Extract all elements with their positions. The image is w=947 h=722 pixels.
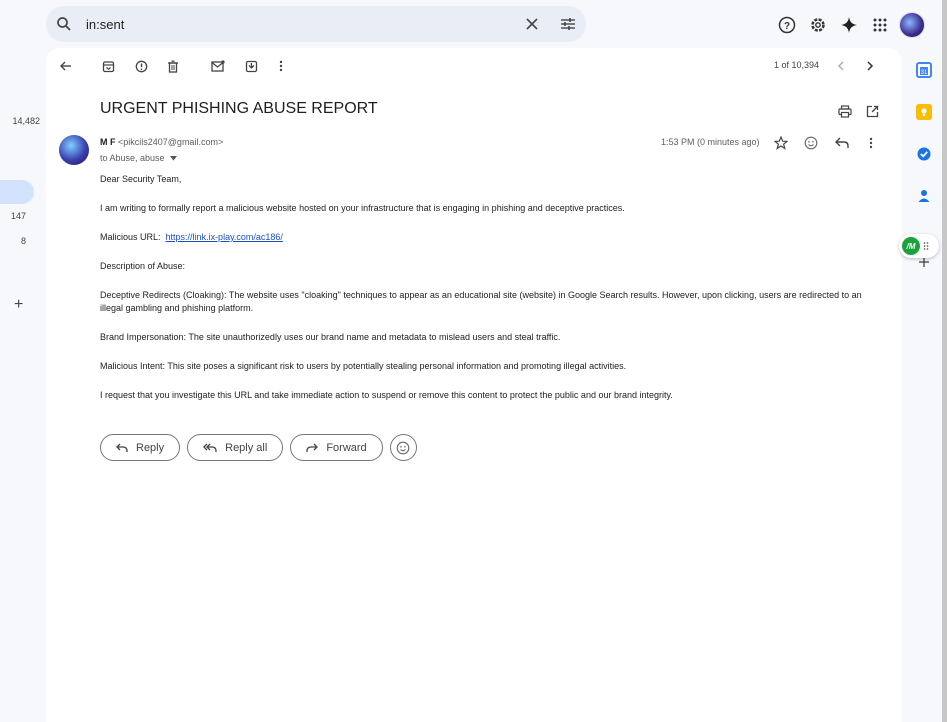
body-greeting: Dear Security Team, [100, 174, 182, 184]
body-paragraph-4: Malicious Intent: This site poses a sign… [100, 360, 627, 371]
contacts-icon[interactable] [916, 188, 932, 204]
keep-icon[interactable] [916, 104, 932, 120]
malicious-url-link[interactable]: https://link.ix-play.com/ac186/ [166, 232, 283, 242]
recipients-text: to Abuse, abuse [100, 153, 165, 163]
newer-chevron-icon[interactable] [831, 56, 851, 76]
window-scrollbar[interactable] [942, 0, 947, 722]
drag-handle-icon[interactable] [923, 241, 929, 251]
reply-all-icon [203, 443, 217, 452]
print-icon[interactable] [835, 101, 855, 121]
svg-text:31: 31 [921, 70, 928, 76]
settings-icon[interactable] [806, 13, 830, 37]
svg-text:?: ? [784, 21, 790, 32]
url-label: Malicious URL: [100, 232, 161, 242]
open-new-window-icon[interactable] [862, 101, 882, 121]
body-paragraph-1: I am writing to formally report a malici… [100, 203, 625, 213]
body-paragraph-3: Brand Impersonation: The site unauthoriz… [100, 331, 561, 342]
search-bar[interactable]: in:sent [46, 6, 586, 42]
pagination-text: 1 of 10,394 [774, 60, 820, 70]
message-view: 1 of 10,394 URGENT PHISHING ABUSE REPORT… [46, 48, 902, 722]
sender-name[interactable]: M F [100, 137, 116, 147]
calendar-icon[interactable]: 31 [916, 62, 932, 78]
apps-grid-icon[interactable] [868, 13, 892, 37]
add-label-button[interactable]: + [14, 296, 23, 314]
message-subject: URGENT PHISHING ABUSE REPORT [100, 100, 378, 117]
emoji-react-icon[interactable] [801, 133, 821, 153]
forward-label: Forward [326, 441, 367, 454]
message-toolbar: 1 of 10,394 [46, 48, 902, 84]
more-options-icon[interactable] [271, 56, 291, 76]
nav-count-a: 147 [10, 211, 26, 221]
back-arrow-icon[interactable] [56, 56, 76, 76]
recipients-line[interactable]: to Abuse, abuse [100, 153, 178, 163]
reply-arrow-icon [116, 443, 128, 452]
body-url-line: Malicious URL: https://link.ix-play.com/… [100, 231, 870, 244]
sender-avatar[interactable] [59, 135, 89, 165]
reply-icon[interactable] [832, 133, 852, 153]
archive-icon[interactable] [98, 56, 118, 76]
gemini-sparkle-icon[interactable] [837, 13, 861, 37]
side-panel: 31 [908, 0, 940, 722]
reply-all-label: Reply all [225, 441, 268, 454]
snooze-add-task-icon[interactable] [241, 56, 261, 76]
emoji-reaction-button[interactable] [389, 434, 417, 461]
forward-arrow-icon [306, 443, 319, 452]
recipients-dropdown-icon[interactable] [170, 156, 178, 161]
reply-label: Reply [136, 441, 165, 454]
nav-selected-item[interactable] [0, 180, 34, 204]
top-right-actions: ? [775, 12, 925, 38]
report-spam-icon[interactable] [131, 56, 151, 76]
left-nav-strip: 14,482 147 8 + [0, 0, 40, 722]
floating-extension-widget[interactable]: /M [899, 234, 939, 258]
clear-search-icon[interactable] [514, 6, 550, 42]
message-more-icon[interactable] [861, 133, 881, 153]
message-body: Dear Security Team, I am writing to form… [100, 173, 870, 418]
star-icon[interactable] [771, 133, 791, 153]
body-paragraph-2: Deceptive Redirects (Cloaking): The webs… [100, 290, 862, 313]
mark-unread-icon[interactable] [208, 56, 228, 76]
tasks-icon[interactable] [916, 146, 932, 162]
sender-email: <pikcils2407@gmail.com> [118, 137, 224, 147]
reply-button[interactable]: Reply [100, 434, 181, 461]
nav-count-b: 8 [20, 236, 26, 246]
body-description-heading: Description of Abuse: [100, 261, 186, 271]
body-paragraph-5: I request that you investigate this URL … [100, 389, 673, 400]
extension-logo-icon: /M [902, 237, 920, 255]
reply-actions: Reply Reply all Forward [100, 434, 417, 461]
sender-info: M F <pikcils2407@gmail.com> [100, 137, 223, 147]
reply-all-button[interactable]: Reply all [187, 434, 284, 461]
smiley-icon [396, 441, 410, 454]
forward-button[interactable]: Forward [290, 434, 383, 461]
nav-count-inbox: 14,482 [12, 116, 40, 126]
search-options-icon[interactable] [550, 6, 586, 42]
message-timestamp: 1:53 PM (0 minutes ago) [661, 137, 760, 147]
search-icon[interactable] [46, 6, 82, 42]
delete-icon[interactable] [163, 56, 183, 76]
search-input[interactable]: in:sent [82, 17, 514, 32]
older-chevron-icon[interactable] [860, 56, 880, 76]
help-icon[interactable]: ? [775, 13, 799, 37]
